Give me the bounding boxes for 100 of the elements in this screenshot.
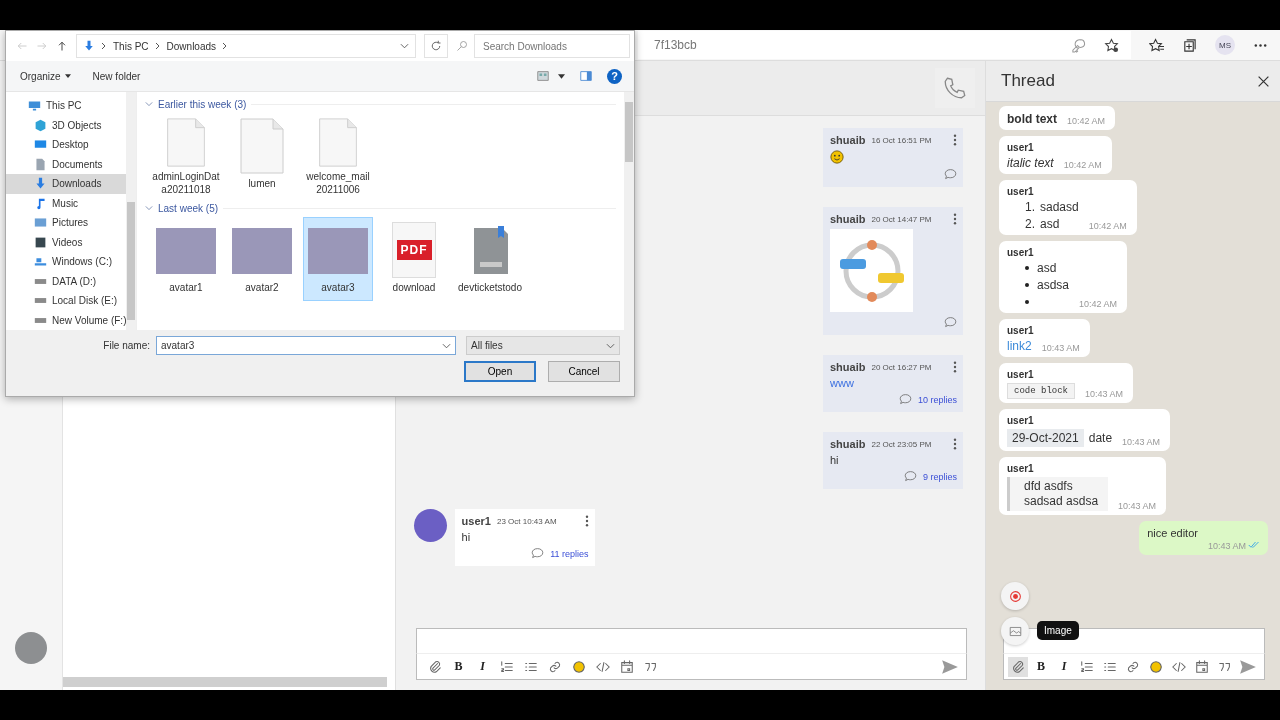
group-header[interactable]: Last week (5) (158, 202, 219, 214)
author-name: shuaib (830, 213, 866, 225)
replies-link[interactable]: 9 replies (922, 471, 957, 482)
breadcrumb[interactable]: This PC (113, 40, 149, 52)
scrollbar[interactable] (126, 92, 136, 330)
file-tile[interactable]: adminLoginData20211018 (151, 113, 221, 197)
file-tile[interactable]: devticketstodo (455, 217, 525, 301)
code-icon (595, 659, 610, 674)
profile-avatar[interactable]: MS (1215, 35, 1235, 55)
avatar[interactable] (413, 509, 447, 542)
attach-button[interactable] (1008, 656, 1028, 677)
replies-link[interactable]: 11 replies (550, 548, 589, 559)
image-button[interactable] (1001, 617, 1029, 645)
send-icon[interactable] (1238, 657, 1258, 676)
file-tile[interactable]: avatar1 (151, 217, 221, 301)
author-name: user1 (1007, 369, 1035, 380)
file-tile[interactable]: PDF download (379, 217, 449, 301)
refresh-icon (430, 40, 442, 52)
caret-icon (64, 74, 71, 78)
picture-icon (34, 216, 47, 230)
cancel-button[interactable]: Cancel (548, 361, 620, 382)
message-link[interactable]: link2 (1007, 339, 1032, 353)
list-item: asdsa (1037, 278, 1070, 292)
reply-icon[interactable] (898, 393, 912, 406)
file-tile[interactable]: avatar3 (303, 217, 373, 301)
smiley-icon (571, 659, 586, 674)
nav-item[interactable]: 3D Objects (6, 115, 126, 135)
bold-button[interactable]: B (448, 656, 469, 677)
help-button[interactable]: ? (607, 68, 622, 84)
computer-icon (28, 99, 41, 113)
caret-icon[interactable] (558, 73, 565, 79)
file-name-field[interactable]: avatar3 (156, 336, 456, 355)
illustration-drawing[interactable] (830, 229, 913, 312)
address-bar[interactable]: This PC Downloads (76, 34, 416, 58)
italic-button[interactable]: I (1054, 656, 1074, 677)
record-button[interactable] (1001, 582, 1029, 610)
author-name: user1 (1007, 142, 1035, 153)
address-bar[interactable]: 7f13bcb (638, 31, 1131, 59)
nav-item[interactable]: New Volume (F:) (6, 310, 126, 330)
timestamp: 10:43 AM (1041, 343, 1080, 353)
message-input[interactable] (415, 628, 967, 654)
key-icon[interactable] (1071, 37, 1086, 53)
message-text: hi (830, 454, 840, 466)
dropdown-caret-icon (442, 342, 451, 349)
author-name: user1 (461, 515, 491, 527)
document-icon (316, 118, 360, 167)
photo-placeholder (308, 228, 368, 274)
favorites-icon[interactable] (1149, 37, 1164, 53)
bold-button[interactable]: B (1031, 656, 1051, 677)
replies-link[interactable]: 10 replies (917, 394, 957, 405)
reply-icon[interactable] (903, 470, 917, 483)
nav-item[interactable]: Music (6, 193, 126, 213)
reply-icon[interactable] (531, 547, 545, 560)
more-icon[interactable] (953, 438, 957, 450)
nav-item[interactable]: Videos (6, 232, 126, 252)
more-icon[interactable] (584, 515, 589, 527)
open-button[interactable]: Open (464, 361, 536, 382)
reply-icon[interactable] (944, 316, 957, 329)
code-block: code block (1007, 383, 1075, 399)
nav-item[interactable]: Pictures (6, 213, 126, 233)
breadcrumb[interactable]: Downloads (166, 40, 217, 52)
up-arrow-icon[interactable] (56, 40, 68, 52)
collections-icon[interactable] (1182, 37, 1197, 53)
group-header[interactable]: Earlier this week (3) (158, 98, 247, 110)
search-field[interactable]: Search Downloads (474, 34, 630, 58)
avatar[interactable] (14, 632, 47, 664)
more-icon[interactable] (953, 361, 957, 373)
new-folder-button[interactable]: New folder (88, 68, 145, 84)
author-name: shuaib (830, 361, 866, 373)
scrollbar[interactable] (62, 677, 387, 687)
italic-button[interactable]: I (472, 656, 493, 677)
refresh-button[interactable] (424, 34, 448, 58)
nav-item[interactable]: DATA (D:) (6, 271, 126, 291)
close-icon[interactable] (1257, 74, 1270, 88)
scrollbar[interactable] (624, 92, 634, 330)
nav-item[interactable]: Downloads (6, 174, 126, 194)
chevron-icon (153, 42, 162, 50)
file-type-dropdown[interactable]: All files (466, 336, 620, 355)
file-tile[interactable]: welcome_mail20211006 (303, 113, 373, 197)
organize-menu[interactable]: Organize (16, 68, 75, 84)
nav-item[interactable]: Documents (6, 154, 126, 174)
preview-pane-icon[interactable] (579, 69, 593, 83)
star-plus-icon[interactable] (1104, 37, 1119, 53)
more-icon[interactable] (953, 213, 957, 225)
reply-icon[interactable] (944, 168, 957, 181)
more-icon[interactable] (953, 134, 957, 146)
send-icon[interactable] (940, 657, 960, 676)
smiley-icon (1149, 659, 1163, 674)
nav-item[interactable]: Desktop (6, 135, 126, 155)
quote-line: dfd asdfs (1024, 479, 1074, 494)
smiley-icon (830, 150, 844, 164)
nav-item[interactable]: Local Disk (E:) (6, 291, 126, 311)
message-link[interactable]: www (830, 377, 957, 389)
file-tile[interactable]: lumen (227, 113, 297, 197)
nav-item[interactable]: This PC (6, 96, 126, 116)
dropdown-caret-icon[interactable] (400, 43, 409, 49)
file-tile[interactable]: avatar2 (227, 217, 297, 301)
message-text: italic text (1007, 156, 1054, 170)
view-options-icon[interactable] (536, 69, 550, 83)
nav-item[interactable]: Windows (C:) (6, 252, 126, 272)
